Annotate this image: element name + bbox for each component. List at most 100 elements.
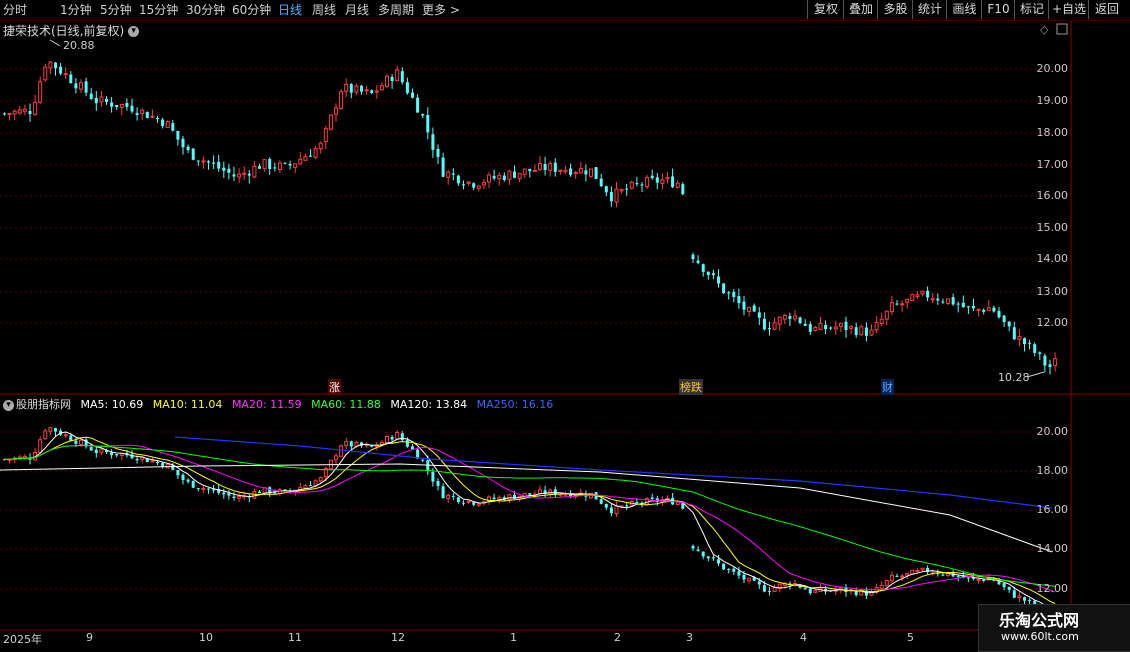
candle-body [569,168,573,175]
candle-body [986,307,991,311]
candle-body [532,169,537,172]
candle-body [385,75,389,87]
candle-body [507,494,512,501]
candle-body [772,587,777,593]
diamond-icon[interactable]: ◇ [1040,23,1049,36]
candle-body [28,110,32,115]
time-tick: 5 [907,631,914,644]
candle-body [1043,355,1047,366]
candle-body [395,432,400,440]
candle-body [436,480,440,486]
candle-body [89,93,93,99]
candle-body [732,568,736,572]
watermark-logo: 乐淘公式网 www.60lt.com [978,604,1130,652]
candle-body [390,436,394,440]
candle-body [309,155,312,157]
candle-body [135,458,139,461]
time-tick: 1 [510,631,517,644]
candle-body [889,574,894,582]
price-tick: 20.00 [1036,62,1069,75]
candle-body [803,588,807,590]
candle-body [63,73,68,76]
candle-body [926,290,930,298]
candle-body [681,184,685,195]
candle-body [599,499,603,504]
candle-body [502,175,506,181]
candle-body [344,440,349,447]
candle-body [599,178,603,187]
candle-body [43,66,48,81]
candle-body [711,557,715,559]
event-badge-rise[interactable]: 涨 [328,379,341,395]
grid-lines [0,68,1071,590]
watermark-url: www.60lt.com [1001,630,1079,643]
candle-body [589,168,593,177]
candle-body [441,157,445,177]
indicator-name: 股朋指标网 [16,398,71,411]
candle-body [691,254,695,260]
candle-body [161,119,165,127]
candle-body [762,318,766,330]
candle-body [293,163,298,168]
ma60-value: MA60: 11.88 [311,398,381,411]
candle-body [492,497,496,500]
ma-line [4,444,1056,593]
candle-body [808,324,812,332]
candle-body [232,496,236,498]
candle-body [992,307,996,312]
candle-body [772,322,777,330]
candle-body [165,121,170,129]
candle-body [135,112,139,115]
candle-body [105,98,108,103]
candle-body [89,447,93,451]
candle-body [252,491,257,499]
candle-body [1023,338,1026,345]
candle-body [334,107,338,115]
candle-body [563,169,568,173]
candle-body [222,167,226,171]
candle-body [920,290,925,295]
candle-body [889,302,894,313]
candle-body [1028,342,1032,344]
event-badge-ranking[interactable]: 榜跌 [679,379,703,395]
candle-body [609,192,613,202]
candle-body [747,577,752,582]
candle-body [671,176,675,188]
candle-body [497,175,502,180]
candle-body [558,169,563,172]
main-candlesticks [3,60,1058,375]
candle-body [997,310,1001,318]
candle-body [1017,336,1022,340]
event-badge-finance[interactable]: 财 [881,379,894,395]
candle-body [976,308,981,311]
candle-body [920,567,925,571]
candle-body [12,110,17,115]
candle-body [54,428,57,432]
candle-body [94,97,98,104]
price-tick: 12.00 [1036,316,1069,329]
candle-body [915,569,920,572]
panel-toggle-icon[interactable] [1056,23,1068,35]
candle-body [691,545,695,549]
chevron-down-icon[interactable]: ▾ [3,399,14,411]
candle-body [79,82,83,90]
candle-body [1002,583,1006,588]
candle-body [451,496,455,498]
kline-chart[interactable]: 20.88 10.28 ◇ [0,0,1130,650]
candle-body [941,301,945,303]
candle-body [711,273,715,276]
candle-body [115,104,119,108]
candle-body [318,477,323,482]
candle-body [930,298,935,301]
candle-body [594,167,598,179]
time-tick: 9 [86,631,93,644]
candle-body [344,83,349,92]
candle-body [360,85,363,92]
indicator-candlesticks [3,426,1058,620]
candle-body [788,316,792,319]
candle-body [38,81,43,103]
candle-body [212,162,216,164]
candle-body [665,177,670,180]
candle-body [614,505,619,515]
candle-body [431,134,435,150]
